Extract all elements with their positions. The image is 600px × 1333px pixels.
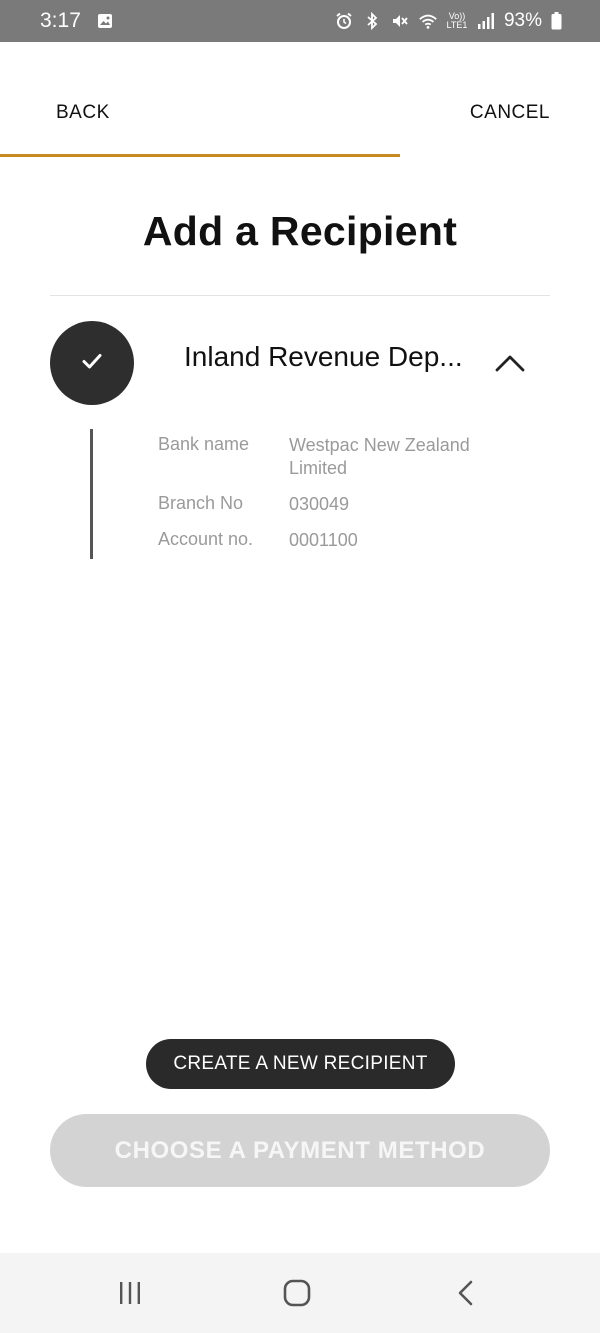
status-time: 3:17 <box>40 9 81 32</box>
wifi-icon <box>418 11 438 31</box>
progress-bar <box>0 154 600 157</box>
progress-fill <box>0 154 401 157</box>
choose-payment-method-button[interactable]: CHOOSE A PAYMENT METHOD <box>50 1114 550 1187</box>
detail-value: 030049 <box>289 494 350 514</box>
recipient-item[interactable]: Inland Revenue Dep... <box>50 321 550 405</box>
back-icon[interactable] <box>446 1275 486 1311</box>
battery-percent: 93% <box>503 10 542 31</box>
back-button[interactable]: BACK <box>56 102 110 124</box>
status-right: Vo)) LTE1 93% <box>334 10 562 32</box>
recipient-avatar <box>50 321 134 405</box>
detail-label: Branch No <box>158 493 244 513</box>
status-bar: 3:17 Vo)) LTE1 93% <box>0 0 600 42</box>
signal-icon <box>476 11 496 31</box>
home-icon[interactable] <box>277 1275 317 1311</box>
cancel-button[interactable]: CANCEL <box>470 102 550 124</box>
detail-label: Account no. <box>158 529 254 549</box>
detail-value: Westpac New Zealand Limited <box>289 435 470 478</box>
chevron-up-icon[interactable] <box>494 347 526 379</box>
battery-icon <box>550 11 562 31</box>
mute-icon <box>390 11 410 31</box>
bluetooth-icon <box>362 11 382 31</box>
page-title: Add a Recipient <box>142 208 458 254</box>
lte-label: LTE1 <box>446 20 468 30</box>
recipient-details: Bank name Westpac New Zealand Limited Br… <box>90 429 550 559</box>
check-icon <box>79 348 105 379</box>
status-left: 3:17 <box>40 9 115 33</box>
alarm-icon <box>334 11 354 31</box>
divider <box>50 295 550 296</box>
detail-label: Bank name <box>158 434 250 454</box>
system-nav-bar <box>0 1253 600 1333</box>
recent-apps-icon[interactable] <box>110 1275 150 1311</box>
volte-icon: Vo)) LTE1 <box>446 11 468 31</box>
create-new-recipient-button[interactable]: CREATE A NEW RECIPIENT <box>146 1039 455 1089</box>
gallery-icon <box>95 11 115 31</box>
recipient-name: Inland Revenue Dep... <box>184 341 463 372</box>
top-nav: BACK CANCEL <box>0 92 600 136</box>
detail-value: 0001100 <box>289 530 358 550</box>
details-indicator-bar <box>90 429 93 559</box>
